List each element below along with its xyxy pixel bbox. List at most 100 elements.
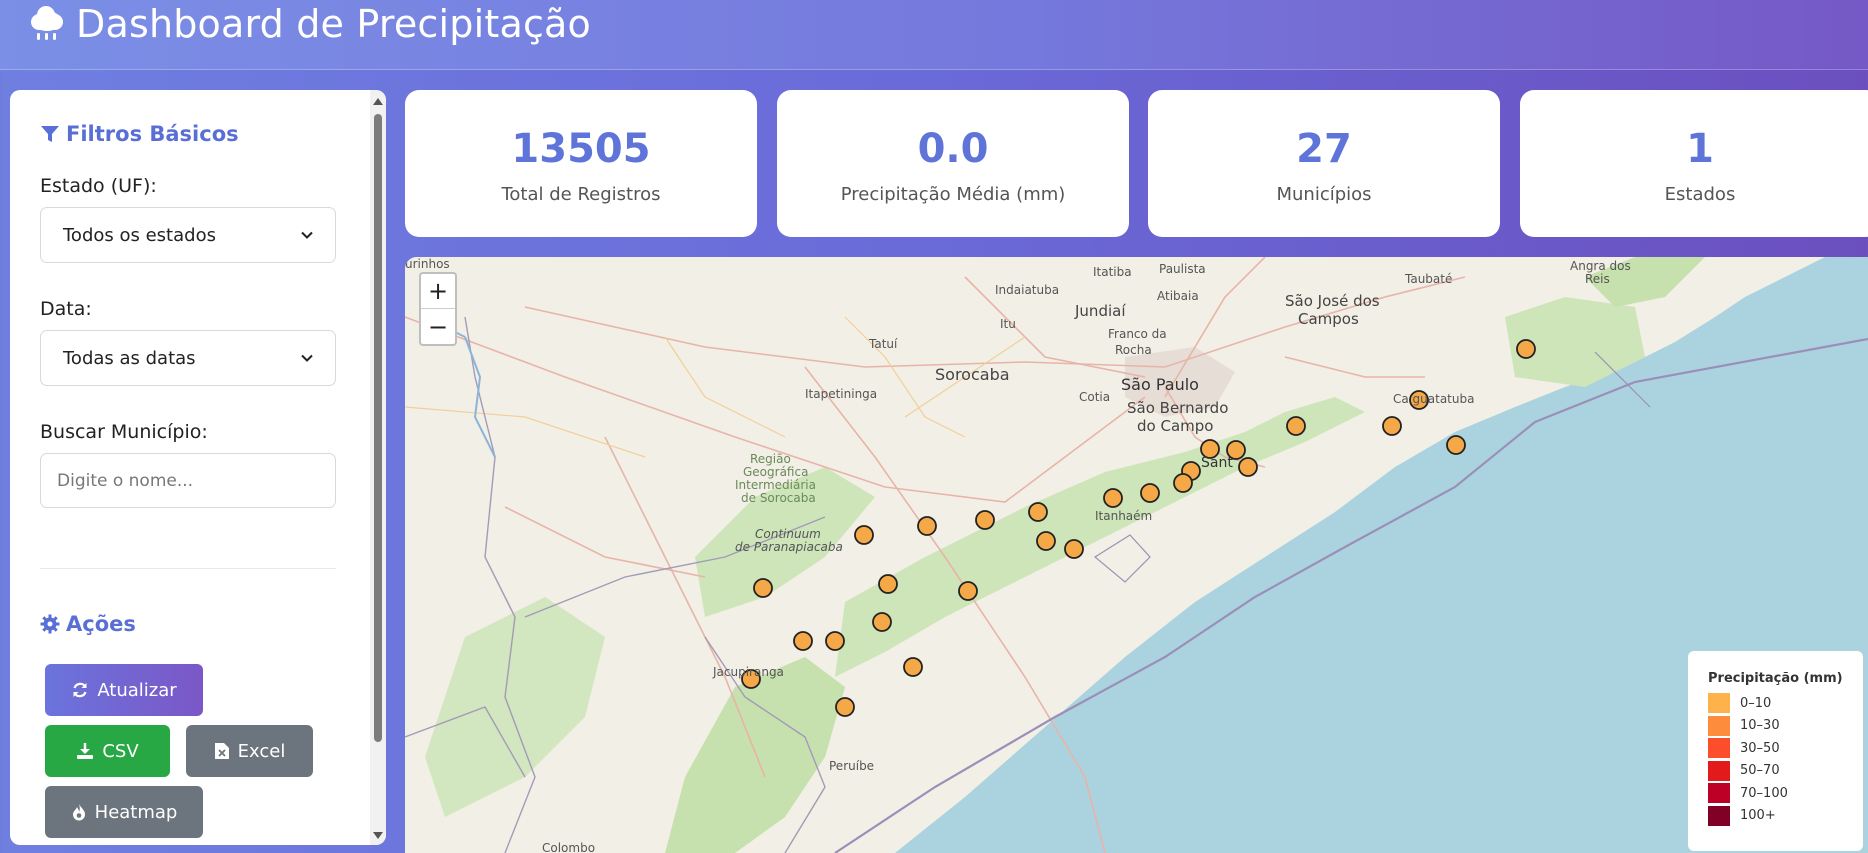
csv-export-button[interactable]: CSV (45, 725, 170, 777)
stat-value: 0.0 (917, 126, 989, 172)
map-label: Geográfica (743, 465, 809, 479)
map-label: Taubaté (1405, 272, 1453, 286)
map-label: do Campo (1137, 417, 1214, 435)
legend-swatch (1708, 760, 1730, 781)
map-label: Sorocaba (935, 365, 1010, 384)
state-select-value: Todos os estados (63, 224, 216, 246)
map-label: Tatuí (869, 337, 898, 351)
map-label: de Paranapiacaba (735, 540, 843, 554)
stat-card-avg-precipitation: 0.0 Precipitação Média (mm) (777, 90, 1129, 237)
stat-value: 1 (1686, 126, 1714, 172)
stat-card-municipalities: 27 Municípios (1148, 90, 1500, 237)
legend-label: 10–30 (1740, 718, 1780, 734)
app-header: Dashboard de Precipitação (0, 0, 1868, 70)
map-label: Franco da (1108, 327, 1167, 341)
map-label: Reis (1585, 272, 1610, 286)
search-label: Buscar Município: (40, 421, 208, 443)
map-label: Itanhaém (1095, 509, 1153, 523)
scroll-up-arrow-icon[interactable] (373, 98, 383, 105)
legend-item: 50–70 (1708, 760, 1863, 783)
heatmap-button[interactable]: Heatmap (45, 786, 203, 838)
map-label: Região (750, 452, 791, 466)
legend-title: Precipitação (mm) (1708, 671, 1843, 686)
map-label: urinhos (405, 257, 450, 271)
date-select-value: Todas as datas (63, 347, 196, 369)
map-label: Angra dos (1570, 259, 1631, 273)
legend-swatch (1708, 715, 1730, 736)
fire-icon (72, 804, 85, 821)
map-label: Itapetininga (805, 387, 878, 401)
legend-swatch (1708, 693, 1730, 714)
stat-value: 27 (1296, 126, 1352, 172)
legend-item: 100+ (1708, 805, 1863, 828)
legend-item: 10–30 (1708, 715, 1863, 738)
map-label: Ca guatatuba (1393, 392, 1475, 406)
map-label: Indaiatuba (995, 283, 1060, 297)
map-label: Sant (1201, 455, 1233, 471)
date-select[interactable]: Todas as datas (40, 330, 336, 386)
municipality-search-input[interactable]: Digite o nome... (40, 453, 336, 508)
precipitation-map[interactable]: São Paulo São Bernardo do Campo Sorocaba… (405, 257, 1868, 853)
excel-file-icon (214, 743, 229, 759)
map-label: Peruíbe (829, 759, 875, 773)
filters-title-text: Filtros Básicos (66, 122, 239, 146)
stat-label: Estados (1664, 184, 1736, 205)
legend-item: 70–100 (1708, 782, 1863, 805)
filter-icon (41, 126, 59, 142)
map-label: Rocha (1115, 343, 1152, 357)
stat-card-total-records: 13505 Total de Registros (405, 90, 757, 237)
download-icon (77, 743, 94, 759)
excel-button-label: Excel (237, 740, 286, 762)
legend-swatch (1708, 738, 1730, 759)
state-select[interactable]: Todos os estados (40, 207, 336, 263)
state-label: Estado (UF): (40, 175, 157, 197)
stat-label: Total de Registros (501, 184, 661, 205)
scrollbar-thumb[interactable] (374, 114, 382, 742)
map-label: Itatiba (1093, 265, 1132, 279)
divider (40, 568, 336, 569)
scroll-down-arrow-icon[interactable] (373, 832, 383, 839)
map-label: de Sorocaba (741, 491, 816, 505)
map-label: Intermediária (735, 478, 816, 492)
map-label: Campos (1298, 310, 1359, 328)
stat-value: 13505 (511, 126, 651, 172)
map-label: Jacupiranga (713, 665, 784, 679)
zoom-in-button[interactable]: + (421, 274, 455, 309)
stat-label: Municípios (1276, 184, 1372, 205)
legend-label: 50–70 (1740, 763, 1780, 779)
map-label: São José dos (1285, 292, 1380, 310)
map-label: Continuum (755, 527, 821, 541)
page-title: Dashboard de Precipitação (76, 1, 591, 46)
zoom-out-button[interactable]: − (421, 309, 455, 344)
map-label: Atibaia (1157, 289, 1199, 303)
legend-item: 30–50 (1708, 737, 1863, 760)
filters-section-title: Filtros Básicos (40, 122, 239, 146)
map-label: São Bernardo (1127, 399, 1229, 417)
sidebar-scrollbar[interactable] (370, 90, 386, 845)
legend-label: 70–100 (1740, 785, 1788, 801)
refresh-icon (73, 682, 87, 698)
legend-swatch (1708, 783, 1730, 804)
legend-label: 30–50 (1740, 740, 1780, 756)
map-label: Jundiaí (1075, 302, 1126, 320)
date-label: Data: (40, 298, 92, 320)
stat-card-states: 1 Estados (1520, 90, 1868, 237)
map-label: Paulista (1159, 262, 1206, 276)
stat-label: Precipitação Média (mm) (840, 184, 1066, 205)
legend-label: 0–10 (1740, 695, 1772, 711)
sidebar: Filtros Básicos Estado (UF): Todos os es… (10, 90, 386, 845)
legend-swatch (1708, 805, 1730, 826)
map-label: Itu (1000, 317, 1016, 331)
chevron-down-icon (301, 354, 313, 362)
heatmap-button-label: Heatmap (94, 801, 178, 823)
update-button[interactable]: Atualizar (45, 664, 203, 716)
actions-title-text: Ações (66, 612, 136, 636)
csv-button-label: CSV (102, 740, 139, 762)
search-placeholder: Digite o nome... (57, 470, 194, 491)
update-button-label: Atualizar (97, 679, 177, 701)
cloud-rain-icon (31, 5, 63, 40)
excel-export-button[interactable]: Excel (186, 725, 313, 777)
actions-section-title: Ações (40, 612, 136, 636)
gear-icon (40, 614, 60, 634)
map-label: Cotia (1079, 390, 1111, 404)
